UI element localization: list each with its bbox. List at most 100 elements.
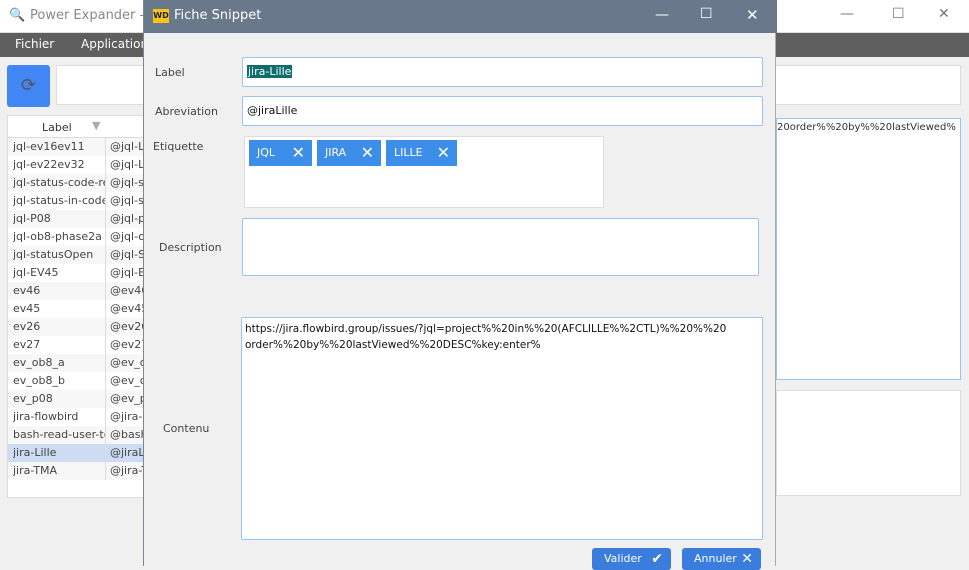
dialog-title-bar: WD Fiche Snippet — ☐ ✕ — [144, 0, 777, 33]
row-abbreviation: @jql-Li — [105, 138, 145, 156]
tag-label: JIRA — [325, 146, 347, 159]
row-label: jql-EV45 — [13, 266, 59, 279]
row-abbreviation: @bash — [105, 426, 145, 444]
list-item[interactable]: ev_ob8_b @ev_o — [8, 372, 146, 390]
row-label: jql-ob8-phase2a — [13, 230, 102, 243]
row-abbreviation: @ev_p — [105, 390, 145, 408]
abbreviation-label: Abreviation — [155, 105, 218, 118]
validate-label: Valider — [604, 552, 642, 565]
row-label: jira-Lille — [13, 446, 57, 459]
dialog-maximize-button[interactable]: ☐ — [700, 6, 713, 22]
cancel-button[interactable]: Annuler ✕ — [682, 548, 761, 570]
row-abbreviation: @ev26 — [105, 318, 145, 336]
row-label: jql-status-code-re — [13, 176, 105, 189]
row-abbreviation: @ev45 — [105, 300, 145, 318]
filter-icon[interactable]: ▼ — [92, 119, 100, 132]
list-item[interactable]: jira-flowbird @jira- — [8, 408, 146, 426]
remove-tag-icon[interactable]: ✕ — [292, 140, 305, 166]
remove-tag-icon[interactable]: ✕ — [437, 140, 450, 166]
list-item[interactable]: jql-status-in-code @jql-st — [8, 192, 146, 210]
dialog-close-button[interactable]: ✕ — [746, 6, 759, 24]
list-item[interactable]: ev27 @ev27 — [8, 336, 146, 354]
row-abbreviation: @jira- — [105, 408, 145, 426]
maximize-button[interactable]: ☐ — [892, 6, 905, 22]
list-item[interactable]: bash-read-user-tc @bash — [8, 426, 146, 444]
label-label: Label — [155, 66, 185, 79]
row-abbreviation: @jql-st — [105, 174, 145, 192]
list-item[interactable]: jql-P08 @jql-p0 — [8, 210, 146, 228]
row-abbreviation: @ev46 — [105, 282, 145, 300]
description-label: Description — [159, 241, 222, 254]
content-value: https://jira.flowbird.group/issues/?jql=… — [245, 323, 727, 351]
app-logo-icon: 🔍 — [9, 8, 26, 23]
menu-application[interactable]: Application — [81, 37, 148, 51]
list-item[interactable]: jira-TMA @jira-T — [8, 462, 146, 480]
list-header: Label ▼ — [8, 116, 146, 138]
row-label: ev45 — [13, 302, 41, 315]
row-label: jql-statusOpen — [13, 248, 94, 261]
close-x-icon: ✕ — [741, 551, 753, 567]
list-item[interactable]: jql-status-code-re @jql-st — [8, 174, 146, 192]
list-item[interactable]: jira-Lille @jiraL — [8, 444, 146, 462]
list-item[interactable]: jql-ob8-phase2a @jql-ol — [8, 228, 146, 246]
validate-button[interactable]: Valider ✔ — [592, 548, 671, 570]
row-abbreviation: @ev27 — [105, 336, 145, 354]
description-input[interactable] — [242, 218, 759, 276]
abbreviation-input[interactable]: @jiraLille — [242, 96, 763, 126]
snippet-dialog: WD Fiche Snippet — ☐ ✕ Label jira-Lille … — [143, 0, 777, 570]
row-label: ev_ob8_a — [13, 356, 65, 369]
menu-fichier[interactable]: Fichier — [15, 37, 54, 51]
row-label: jira-flowbird — [13, 410, 79, 423]
row-label: jql-status-in-code — [13, 194, 105, 207]
label-input[interactable]: jira-Lille — [242, 57, 763, 87]
list-item[interactable]: ev26 @ev26 — [8, 318, 146, 336]
row-label: ev27 — [13, 338, 41, 351]
dialog-minimize-button[interactable]: — — [655, 7, 669, 23]
row-abbreviation: @jql-st — [105, 192, 145, 210]
list-item[interactable]: jql-ev22ev32 @jql-Li — [8, 156, 146, 174]
row-label: jql-ev16ev11 — [13, 140, 85, 153]
tag-jql: JQL ✕ — [249, 140, 312, 166]
list-item[interactable]: ev45 @ev45 — [8, 300, 146, 318]
refresh-search-button[interactable]: ⟳ — [7, 65, 50, 107]
list-item[interactable]: ev46 @ev46 — [8, 282, 146, 300]
row-label: jql-P08 — [13, 212, 51, 225]
tags-label: Etiquette — [153, 140, 204, 153]
content-label: Contenu — [163, 422, 210, 435]
list-item[interactable]: ev_p08 @ev_p — [8, 390, 146, 408]
row-abbreviation: @jql-St — [105, 246, 145, 264]
row-abbreviation: @jql-Li — [105, 156, 145, 174]
snippet-list: Label ▼ jql-ev16ev11 @jql-Li jql-ev22ev32 @… — [7, 115, 147, 498]
remove-tag-icon[interactable]: ✕ — [361, 140, 374, 166]
row-label: bash-read-user-tc — [13, 428, 105, 441]
abbreviation-value: @jiraLille — [247, 104, 298, 117]
tag-jira: JIRA ✕ — [317, 140, 381, 166]
close-button[interactable]: ✕ — [938, 6, 950, 22]
row-abbreviation: @ev_o — [105, 372, 145, 390]
list-item[interactable]: jql-EV45 @jql-EV — [8, 264, 146, 282]
content-textarea[interactable]: https://jira.flowbird.group/issues/?jql=… — [241, 317, 763, 540]
list-item[interactable]: ev_ob8_a @ev_o — [8, 354, 146, 372]
list-item[interactable]: jql-ev16ev11 @jql-Li — [8, 138, 146, 156]
row-abbreviation: @jql-ol — [105, 228, 145, 246]
list-item[interactable]: jql-statusOpen @jql-St — [8, 246, 146, 264]
label-value: jira-Lille — [247, 65, 293, 78]
tag-label: LILLE — [394, 146, 423, 159]
check-icon: ✔ — [651, 551, 663, 567]
row-label: ev_ob8_b — [13, 374, 65, 387]
row-label: jql-ev22ev32 — [13, 158, 85, 171]
column-header-label[interactable]: Label — [42, 121, 72, 134]
tag-label: JQL — [257, 146, 276, 159]
refresh-search-icon: ⟳ — [20, 75, 37, 96]
row-abbreviation: @jira-T — [105, 462, 145, 480]
row-abbreviation: @jiraL — [105, 444, 145, 462]
preview-panel — [776, 390, 961, 496]
row-label: ev_p08 — [13, 392, 53, 405]
row-label: ev26 — [13, 320, 41, 333]
tags-field[interactable]: JQL ✕ JIRA ✕ LILLE ✕ — [244, 136, 604, 208]
row-label: jira-TMA — [13, 464, 58, 477]
tag-lille: LILLE ✕ — [386, 140, 457, 166]
row-abbreviation: @ev_o — [105, 354, 145, 372]
minimize-button[interactable]: — — [840, 6, 854, 22]
content-preview: 20order%%20by%%20lastViewed% — [776, 118, 961, 380]
